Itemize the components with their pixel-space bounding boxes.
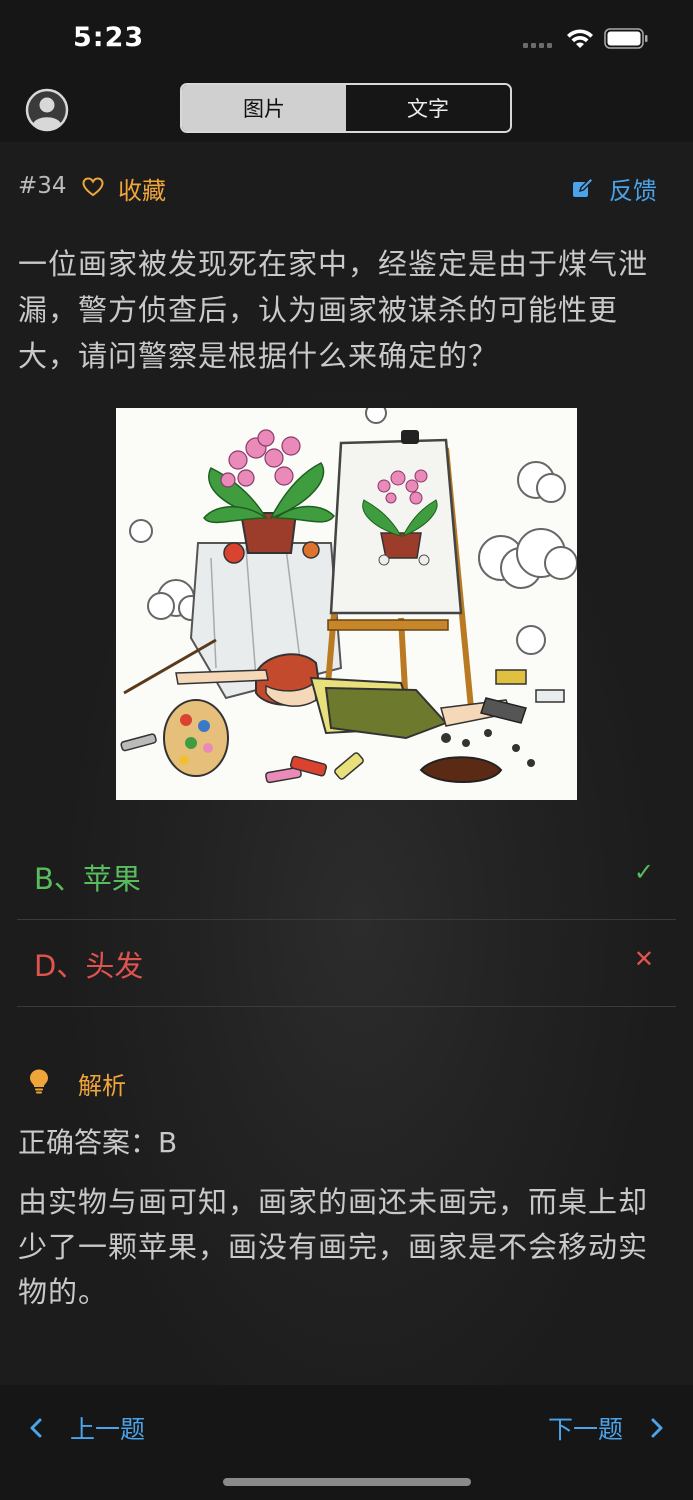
tab-image[interactable]: 图片	[182, 85, 346, 131]
view-mode-segmented-control: 图片 文字	[180, 83, 512, 133]
option-d-label: D、头发	[34, 949, 144, 983]
analysis-title: 解析	[78, 1072, 126, 1100]
checkmark-icon: ✓	[633, 858, 654, 886]
heart-icon[interactable]	[82, 177, 104, 197]
question-number: #34	[18, 173, 67, 199]
previous-question-button[interactable]: 上一题	[28, 1410, 145, 1446]
previous-question-label: 上一题	[70, 1415, 146, 1444]
question-text: 一位画家被发现死在家中，经鉴定是由于煤气泄漏，警方侦查后，认为画家被谋杀的可能性…	[18, 247, 649, 373]
question-meta-row: #34 收藏 反馈	[18, 170, 678, 206]
status-time: 5:23	[73, 22, 145, 53]
favorite-button[interactable]: 收藏	[118, 171, 166, 206]
chevron-left-icon	[30, 1418, 42, 1438]
option-b-label: B、苹果	[34, 862, 141, 896]
next-question-button[interactable]: 下一题	[548, 1410, 665, 1446]
feedback-button[interactable]: 反馈	[609, 171, 657, 206]
question-illustration	[116, 408, 577, 800]
cross-icon: ✕	[633, 945, 654, 973]
home-indicator	[223, 1478, 471, 1486]
wifi-icon	[567, 29, 593, 48]
option-d[interactable]: D、头发 ✕	[17, 919, 676, 1007]
option-b[interactable]: B、苹果 ✓	[17, 832, 676, 920]
user-avatar-icon[interactable]	[25, 88, 69, 132]
chevron-right-icon	[651, 1418, 663, 1438]
nav-bar: 图片 文字	[0, 80, 693, 142]
status-bar: 5:23	[0, 0, 693, 80]
edit-icon[interactable]	[572, 177, 594, 199]
lightbulb-icon	[30, 1069, 48, 1094]
analysis-text: 由实物与画可知，画家的画还未画完，而桌上却少了一颗苹果，画没有画完，画家是不会移…	[18, 1185, 649, 1309]
next-question-label: 下一题	[547, 1415, 623, 1444]
cellular-signal-icon	[523, 43, 552, 48]
correct-answer: 正确答案：B	[18, 1126, 178, 1159]
tab-text[interactable]: 文字	[346, 85, 510, 131]
battery-icon	[604, 28, 648, 49]
